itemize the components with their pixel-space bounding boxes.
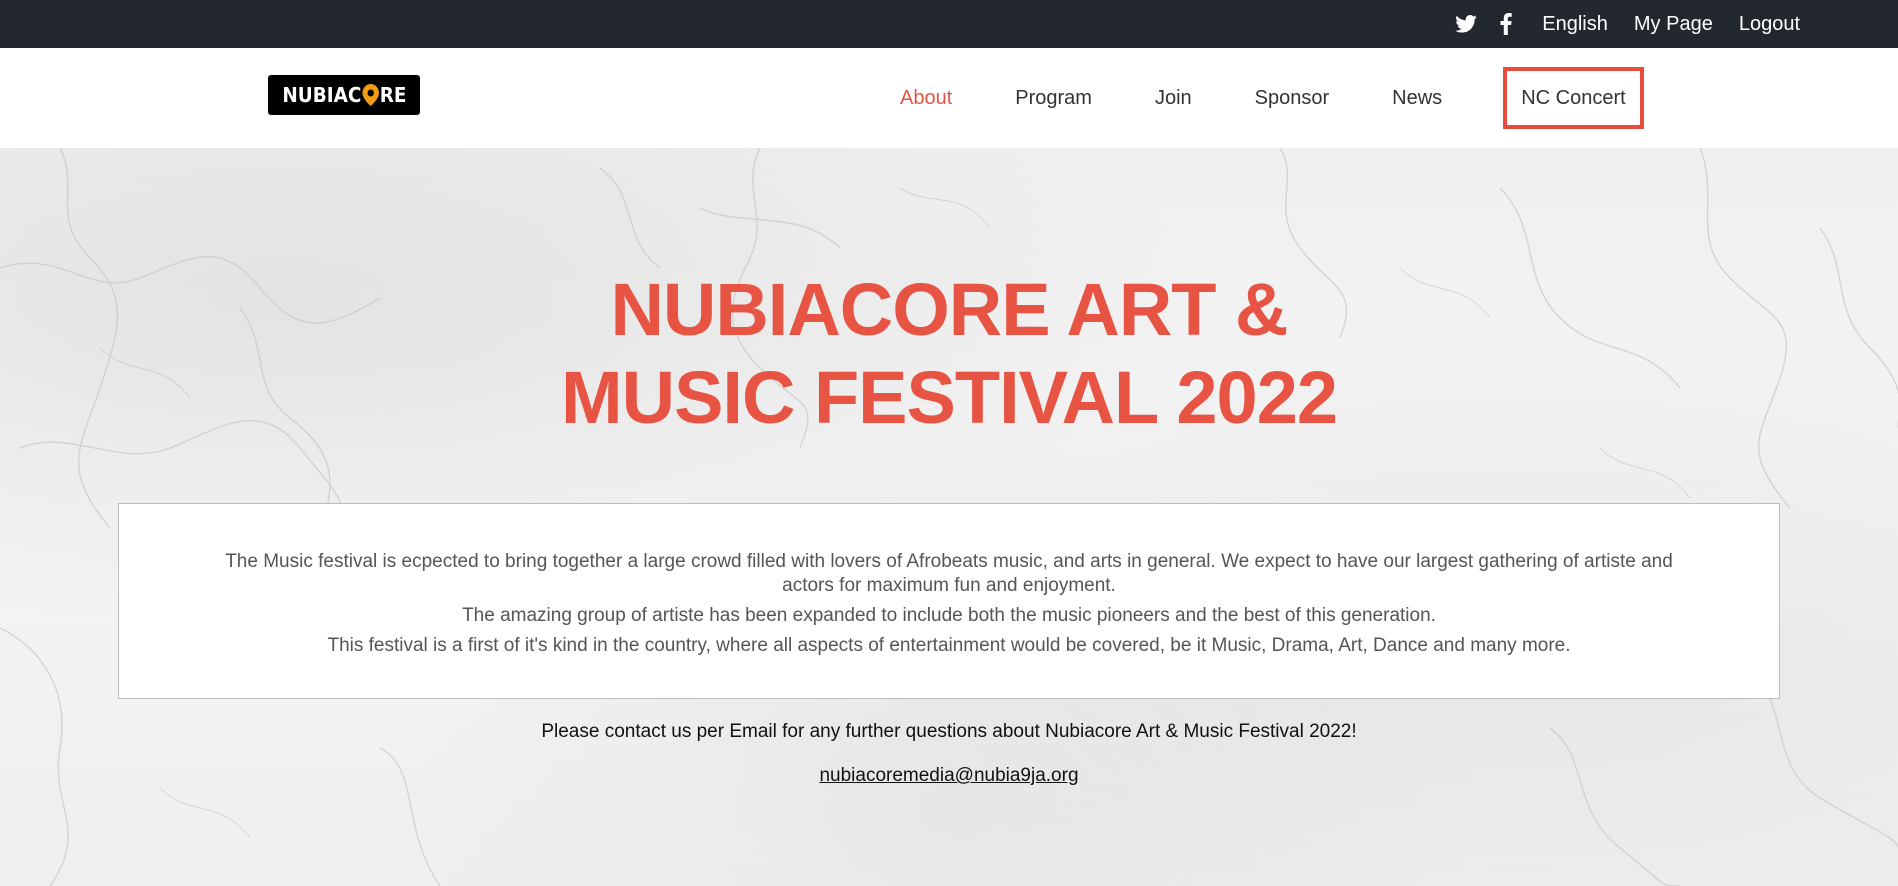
main-header: NUBIAC RE About Program Join Sponsor New…	[0, 48, 1898, 148]
twitter-icon[interactable]	[1454, 12, 1478, 36]
email-link[interactable]: nubiacoremedia@nubia9ja.org	[819, 765, 1078, 786]
nav-nc-concert[interactable]: NC Concert	[1503, 67, 1644, 129]
email-link-wrapper: nubiacoremedia@nubia9ja.org	[0, 765, 1898, 787]
info-paragraph-1: The Music festival is ecpected to bring …	[225, 551, 1673, 596]
nav-join[interactable]: Join	[1155, 87, 1192, 110]
logout-link[interactable]: Logout	[1739, 13, 1800, 36]
hero-title: NUBIACORE ART & MUSIC FESTIVAL 2022	[0, 266, 1898, 442]
info-paragraph-2: The amazing group of artiste has been ex…	[462, 605, 1436, 626]
my-page-link[interactable]: My Page	[1634, 13, 1713, 36]
facebook-icon[interactable]	[1494, 12, 1518, 36]
contact-text: Please contact us per Email for any furt…	[541, 721, 1357, 742]
hero-title-line1: NUBIACORE ART &	[610, 268, 1288, 351]
main-nav: About Program Join Sponsor News NC Conce…	[900, 48, 1644, 148]
nav-program[interactable]: Program	[1015, 87, 1092, 110]
logo-text-left: NUBIAC	[281, 83, 361, 107]
language-selector[interactable]: English	[1542, 13, 1608, 36]
top-utility-links: English My Page Logout	[1454, 0, 1800, 48]
top-utility-bar: English My Page Logout	[0, 0, 1898, 48]
hero-title-line2: MUSIC FESTIVAL 2022	[560, 356, 1338, 439]
nav-about[interactable]: About	[900, 87, 952, 110]
nav-news[interactable]: News	[1392, 87, 1442, 110]
location-pin-icon	[361, 84, 379, 106]
site-logo[interactable]: NUBIAC RE	[268, 75, 420, 115]
logo-text-right: RE	[379, 83, 407, 107]
hero-section: NUBIACORE ART & MUSIC FESTIVAL 2022 The …	[0, 148, 1898, 886]
info-paragraph-3: This festival is a first of it's kind in…	[327, 635, 1571, 656]
festival-info-box: The Music festival is ecpected to bring …	[118, 503, 1780, 699]
nav-sponsor[interactable]: Sponsor	[1255, 87, 1330, 110]
logo-wordmark: NUBIAC RE	[282, 83, 406, 107]
